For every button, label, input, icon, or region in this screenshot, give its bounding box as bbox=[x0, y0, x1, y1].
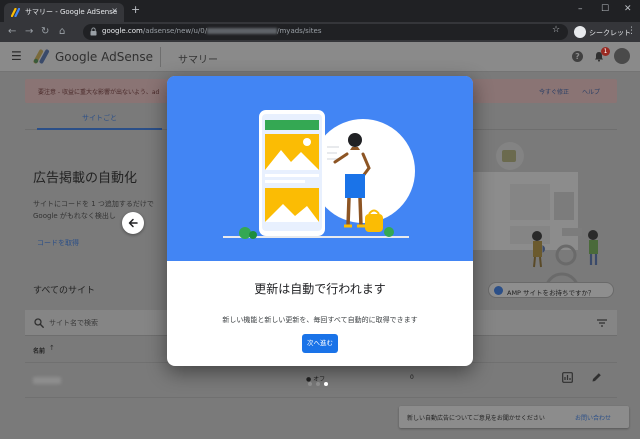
header-divider bbox=[160, 47, 161, 67]
new-tab-button[interactable]: + bbox=[131, 4, 140, 16]
dialog-description: 新しい機能と新しい更新を、毎回すべて自動的に取得できます bbox=[222, 316, 418, 324]
url-host: google.com bbox=[102, 27, 143, 35]
incognito-label[interactable]: シークレット bbox=[589, 28, 631, 38]
url-path-b: /myads/sites bbox=[277, 27, 322, 35]
menu-icon[interactable]: ☰ bbox=[11, 50, 22, 62]
page-heading: サマリー bbox=[178, 55, 218, 66]
edit-pencil-icon[interactable] bbox=[591, 372, 602, 383]
help-icon[interactable]: ? bbox=[572, 51, 583, 62]
background-illustration bbox=[470, 142, 598, 282]
site-count-value: 0 bbox=[410, 374, 414, 381]
reload-icon[interactable]: ↻ bbox=[41, 25, 49, 38]
url-path-a: /adsense/new/u/0/ bbox=[142, 27, 208, 35]
browser-titlebar: サマリー - Google AdSense × + – ☐ ✕ bbox=[0, 0, 640, 22]
feedback-text: 新しい自動広告についてご意見をお聞かせください bbox=[407, 415, 545, 422]
alert-text: 要注意 - 収益に重大な影響が出ないよう、ad bbox=[38, 89, 160, 96]
carousel-dot[interactable] bbox=[324, 382, 328, 386]
search-icon bbox=[34, 318, 44, 328]
table-row[interactable]: ● オフ 0 bbox=[25, 362, 617, 398]
tab-title: サマリー - Google AdSense bbox=[25, 8, 118, 16]
alert-fix-link[interactable]: 今すぐ修正 bbox=[539, 87, 569, 96]
tab-close-icon[interactable]: × bbox=[111, 6, 118, 15]
lock-icon bbox=[90, 27, 97, 36]
column-header-name[interactable]: 名前 bbox=[33, 346, 45, 355]
minimize-button[interactable]: – bbox=[578, 4, 583, 14]
browser-tab[interactable]: サマリー - Google AdSense × bbox=[4, 3, 124, 22]
logo-text: Google AdSense bbox=[55, 50, 153, 64]
carousel-dot[interactable] bbox=[308, 382, 312, 386]
site-name-redacted bbox=[33, 377, 61, 384]
app-header: ☰ Google AdSense サマリー ? 1 bbox=[0, 42, 640, 72]
account-avatar[interactable] bbox=[614, 48, 630, 64]
auto-update-dialog: 更新は自動で行われます 新しい機能と新しい更新を、毎回すべて自動的に取得できます… bbox=[167, 76, 473, 366]
amp-sites-chip[interactable]: AMP サイトをお持ちですか？ bbox=[488, 282, 614, 298]
notification-badge: 1 bbox=[601, 47, 610, 56]
tab-by-site[interactable]: サイトごと bbox=[37, 109, 162, 130]
incognito-icon[interactable] bbox=[574, 26, 586, 38]
auto-ads-desc-line2: Google がもれなく検出し bbox=[33, 212, 116, 220]
amp-icon bbox=[494, 286, 503, 295]
adsense-logo-icon bbox=[33, 49, 49, 64]
bookmark-star-icon[interactable]: ☆ bbox=[552, 25, 560, 35]
arrow-back-icon bbox=[128, 218, 138, 228]
sort-ascending-icon[interactable]: ↑ bbox=[49, 344, 55, 352]
carousel-dot[interactable] bbox=[316, 382, 320, 386]
auto-ads-desc-line1: サイトにコードを 1 つ追加するだけで bbox=[33, 200, 154, 208]
back-icon[interactable]: ← bbox=[8, 25, 16, 38]
carousel-prev-button[interactable] bbox=[122, 212, 144, 234]
report-icon[interactable] bbox=[562, 372, 573, 383]
address-bar[interactable]: google.com/adsense/new/u/0/ /myads/sites bbox=[83, 24, 568, 40]
url-text: google.com/adsense/new/u/0/ /myads/sites bbox=[102, 27, 321, 35]
url-redacted bbox=[207, 28, 278, 34]
browser-toolbar: ← → ↻ ⌂ google.com/adsense/new/u/0/ /myad… bbox=[0, 22, 640, 42]
auto-ads-title: 広告掲載の自動化 bbox=[33, 171, 138, 186]
home-icon[interactable]: ⌂ bbox=[59, 25, 65, 38]
close-window-button[interactable]: ✕ bbox=[624, 4, 632, 14]
dialog-title: 更新は自動で行われます bbox=[254, 282, 386, 296]
browser-menu-icon[interactable]: ⋮ bbox=[627, 26, 636, 36]
next-button[interactable]: 次へ進む bbox=[302, 334, 338, 353]
forward-icon[interactable]: → bbox=[25, 25, 33, 38]
get-code-link[interactable]: コードを取得 bbox=[37, 238, 79, 248]
dialog-illustration bbox=[167, 76, 473, 261]
filter-icon[interactable] bbox=[597, 319, 607, 327]
alert-help-link[interactable]: ヘルプ bbox=[582, 87, 600, 96]
all-sites-heading: すべてのサイト bbox=[33, 286, 96, 296]
feedback-bar: 新しい自動広告についてご意見をお聞かせください お問い合わせ bbox=[399, 406, 629, 428]
feedback-contact-link[interactable]: お問い合わせ bbox=[575, 413, 611, 422]
amp-label: AMP サイトをお持ちですか？ bbox=[507, 289, 595, 297]
adsense-favicon-icon bbox=[11, 8, 20, 17]
carousel-dots bbox=[308, 382, 338, 388]
maximize-button[interactable]: ☐ bbox=[601, 4, 609, 14]
